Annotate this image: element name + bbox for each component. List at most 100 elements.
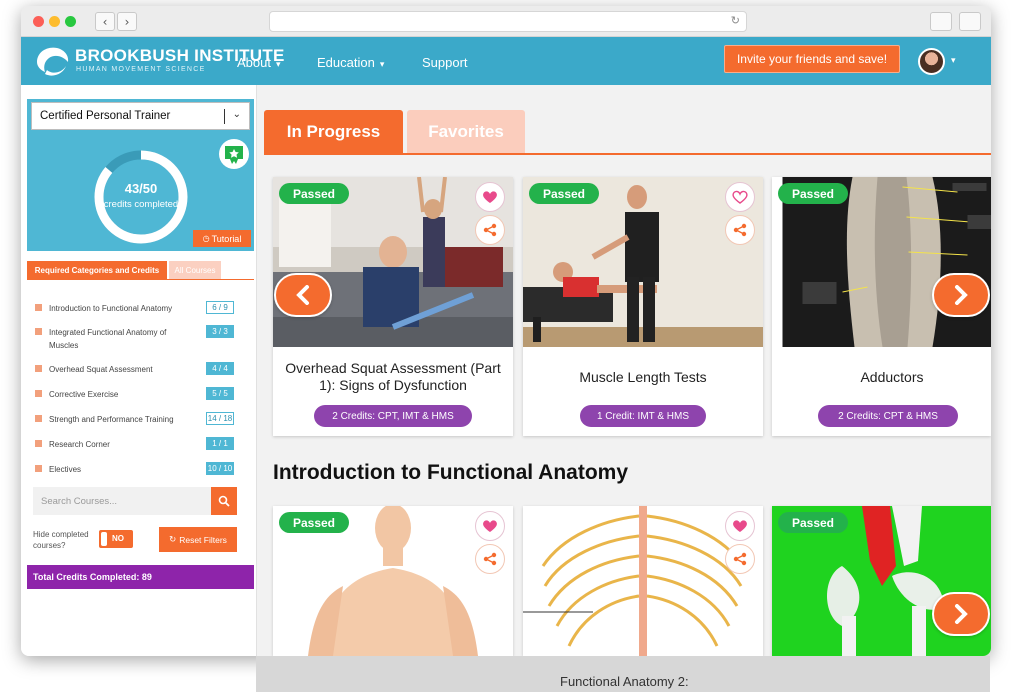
toggle-value: NO [112, 534, 124, 543]
chevron-down-icon: ▾ [275, 59, 281, 69]
chevron-left-icon [296, 285, 309, 305]
chevron-right-icon: › [124, 14, 130, 29]
course-title: Adductors [860, 369, 924, 385]
main-content: In Progress Favorites Passed Overhead Sq… [257, 85, 991, 656]
search-icon [218, 495, 230, 507]
share-button[interactable] [475, 215, 505, 245]
course-title: Muscle Length Tests [579, 369, 707, 385]
category-bullet [35, 365, 42, 372]
tutorial-button[interactable]: ◷ Tutorial [193, 230, 251, 247]
carousel-next-button[interactable] [932, 273, 990, 317]
tutorial-label: Tutorial [211, 233, 242, 244]
chevron-right-icon [955, 285, 968, 305]
chevron-down-icon: ▾ [379, 59, 385, 69]
category-count: 6 / 9 [206, 301, 234, 314]
credits-label: credits completed [103, 199, 179, 210]
category-bullet [35, 415, 42, 422]
refresh-icon: ↻ [169, 534, 177, 545]
credits-gauge [94, 150, 188, 244]
carousel-next-button[interactable] [932, 592, 990, 636]
heart-icon [733, 520, 747, 532]
maximize-window-button[interactable] [65, 16, 76, 27]
clock-icon: ◷ [202, 234, 210, 243]
brookbush-logo-icon[interactable] [33, 44, 71, 78]
course-card[interactable] [523, 506, 763, 656]
sidebar: Certified Personal Trainer ⌄ 43/50 credi… [21, 85, 257, 656]
tab-in-progress[interactable]: In Progress [264, 110, 403, 153]
nav-education[interactable]: Education ▾ [317, 55, 384, 70]
credits-pill: 2 Credits: CPT & HMS [818, 405, 958, 427]
share-button[interactable] [725, 544, 755, 574]
favorite-button[interactable] [475, 182, 505, 212]
category-label: Strength and Performance Training [49, 415, 174, 424]
nav-support[interactable]: Support [422, 55, 468, 70]
share-icon [733, 223, 747, 237]
heart-icon [483, 520, 497, 532]
tab-favorites[interactable]: Favorites [407, 110, 525, 153]
nav-support-label: Support [422, 55, 468, 70]
search-placeholder: Search Courses... [41, 496, 118, 507]
tab-required-categories[interactable]: Required Categories and Credits [27, 261, 167, 279]
address-bar[interactable]: ↻ [269, 11, 747, 32]
share-page-button[interactable] [930, 12, 952, 31]
avatar[interactable] [918, 48, 945, 75]
search-button[interactable] [211, 487, 237, 515]
program-select[interactable]: Certified Personal Trainer ⌄ [31, 102, 250, 130]
category-count: 10 / 10 [206, 462, 234, 475]
close-window-button[interactable] [33, 16, 44, 27]
credits-pill: 1 Credit: IMT & HMS [580, 405, 706, 427]
search-input[interactable]: Search Courses... [33, 487, 211, 515]
course-title: Functional Anatomy 2: [560, 674, 689, 689]
select-divider [224, 109, 225, 124]
tabs-overview-button[interactable] [959, 12, 981, 31]
category-bullet [35, 328, 42, 335]
minimize-window-button[interactable] [49, 16, 60, 27]
course-card[interactable]: Passed [273, 506, 513, 656]
chevron-down-icon: ⌄ [232, 109, 241, 120]
chevron-down-icon[interactable]: ▾ [951, 55, 956, 66]
category-bullet [35, 465, 42, 472]
passed-badge: Passed [279, 183, 349, 204]
share-icon [483, 223, 497, 237]
toggle-knob [101, 532, 107, 546]
share-button[interactable] [725, 215, 755, 245]
favorite-button[interactable] [475, 511, 505, 541]
nav-about-label: About [237, 55, 271, 70]
nav-about[interactable]: About ▾ [237, 55, 281, 70]
forward-button[interactable]: › [117, 12, 137, 31]
share-button[interactable] [475, 544, 505, 574]
category-label: Integrated Functional Anatomy of Muscles [49, 328, 167, 350]
carousel-prev-button[interactable] [274, 273, 332, 317]
category-bullet [35, 304, 42, 311]
category-bullet [35, 390, 42, 397]
heart-icon [483, 191, 497, 203]
favorite-button[interactable] [725, 182, 755, 212]
logo-subtitle: HUMAN MOVEMENT SCIENCE [76, 66, 206, 73]
category-label: Overhead Squat Assessment [49, 365, 153, 374]
reload-icon[interactable]: ↻ [731, 14, 740, 27]
hide-completed-toggle[interactable]: NO [99, 530, 133, 548]
category-label: Introduction to Functional Anatomy [49, 304, 173, 313]
invite-friends-button[interactable]: Invite your friends and save! [724, 45, 900, 73]
section-title: Introduction to Functional Anatomy [273, 461, 629, 484]
category-label: Research Corner [49, 440, 110, 449]
category-label: Electives [49, 465, 82, 474]
certificate-badge-icon[interactable] [219, 139, 249, 169]
credits-value: 43/50 [124, 181, 158, 196]
overflow-card-strip: Functional Anatomy 2: [256, 656, 990, 692]
chevron-right-icon [955, 604, 968, 624]
category-count: 3 / 3 [206, 325, 234, 338]
reset-filters-button[interactable]: ↻ Reset Filters [159, 527, 237, 552]
category-count: 5 / 5 [206, 387, 234, 400]
passed-badge: Passed [279, 512, 349, 533]
tab-underline [264, 153, 991, 155]
category-count: 1 / 1 [206, 437, 234, 450]
favorite-button[interactable] [725, 511, 755, 541]
tab-all-courses[interactable]: All Courses [169, 261, 221, 279]
back-button[interactable]: ‹ [95, 12, 115, 31]
share-icon [483, 552, 497, 566]
passed-badge: Passed [778, 183, 848, 204]
category-label: Corrective Exercise [49, 390, 119, 399]
category-count: 4 / 4 [206, 362, 234, 375]
course-card[interactable]: Passed Muscle Length Tests 1 Credit: IMT… [523, 177, 763, 436]
